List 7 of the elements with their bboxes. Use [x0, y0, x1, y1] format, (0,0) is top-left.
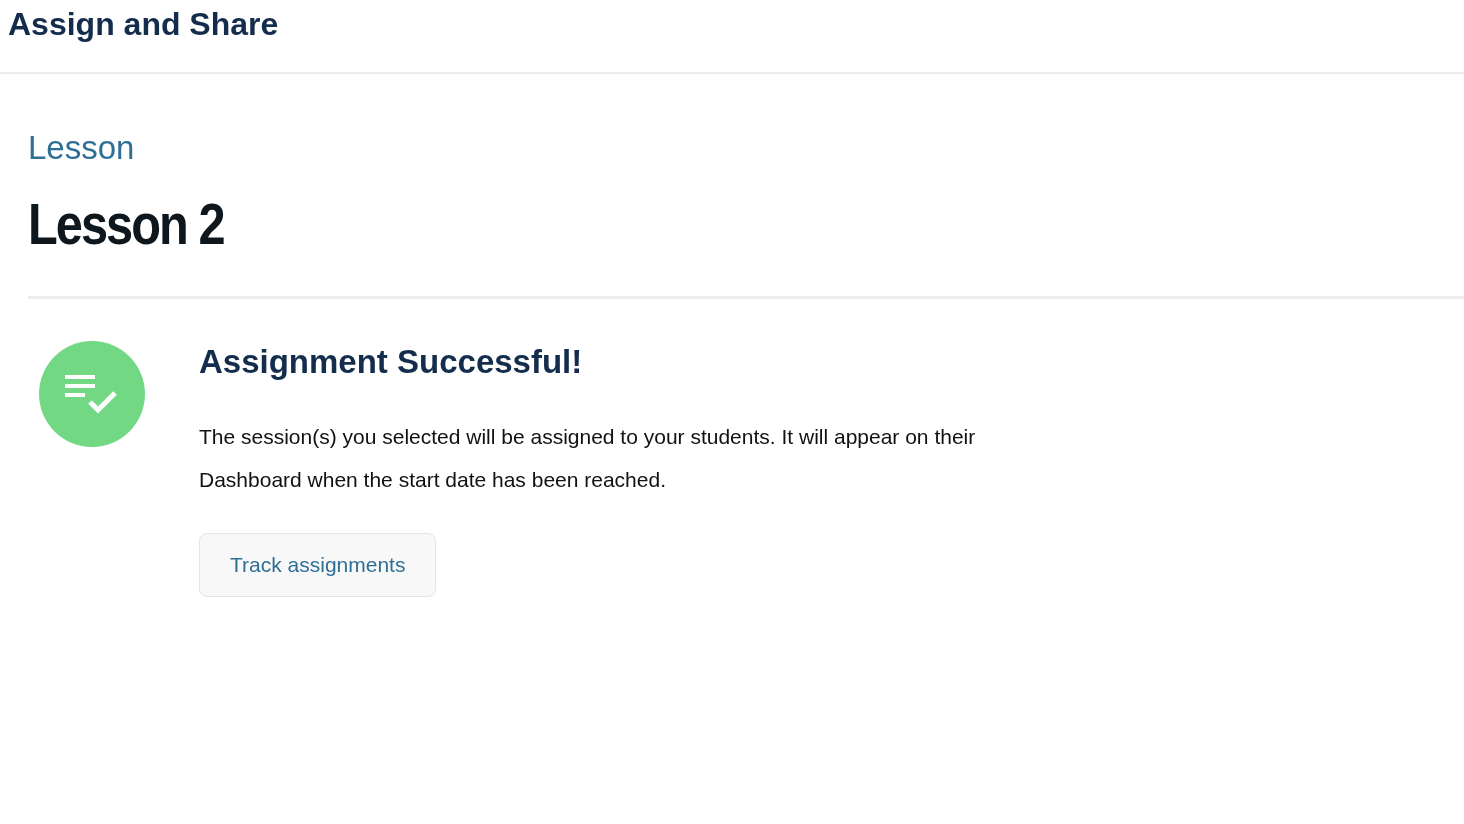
track-assignments-button[interactable]: Track assignments — [199, 533, 437, 597]
page-title: Assign and Share — [8, 5, 279, 44]
lesson-title: Lesson 2 — [28, 192, 224, 256]
success-heading: Assignment Successful! — [199, 342, 583, 382]
content-type-label: Lesson — [28, 128, 135, 168]
list-check-icon — [39, 341, 145, 447]
success-message: The session(s) you selected will be assigned to your students. It will appear on their Dashboard when the start date has been reached. — [199, 424, 977, 493]
